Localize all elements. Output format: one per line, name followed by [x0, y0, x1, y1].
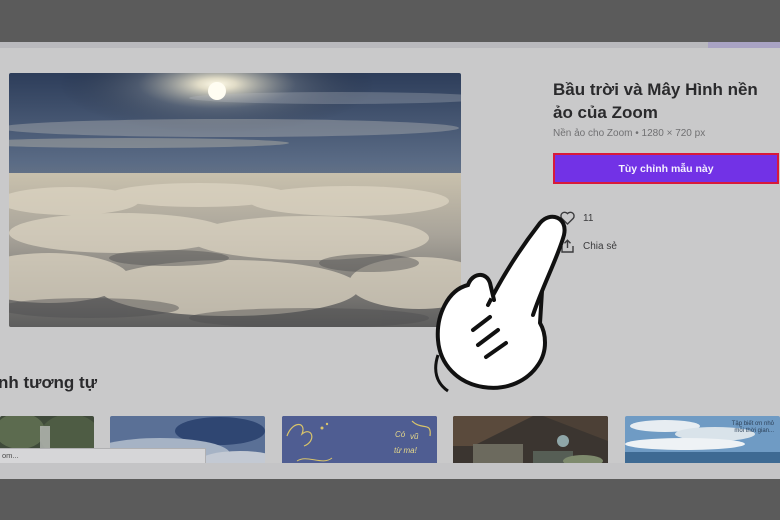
template-title: Bầu trời và Mây Hình nền ảo của Zoom	[553, 80, 758, 122]
bottom-strip	[0, 463, 780, 479]
header-strip	[0, 42, 780, 48]
like-count: 11	[583, 212, 594, 224]
bottom-frame	[0, 479, 780, 520]
share-label: Chia sẻ	[583, 240, 617, 252]
template-page: Bầu trời và Mây Hình nền ảo của Zoom Nền…	[0, 42, 780, 479]
attic-room-image	[453, 416, 608, 468]
link-status-tooltip: om...	[0, 448, 206, 463]
thumb5-caption: Tập biết ơn nhỏ mỗi thời gian...	[731, 421, 774, 434]
doodle-background-image	[282, 416, 437, 468]
header-accent	[708, 42, 780, 48]
customize-template-button[interactable]: Tùy chỉnh mẫu này	[553, 153, 779, 184]
template-subtitle: Nền ảo cho Zoom • 1280 × 720 px	[553, 128, 706, 139]
similar-thumb-3[interactable]: Có vũ từ ma!	[282, 416, 437, 468]
similar-thumb-4[interactable]	[453, 416, 608, 468]
top-frame	[0, 0, 780, 42]
thumb3-text-b: vũ	[410, 432, 419, 441]
similar-section-heading: nh tương tự	[0, 373, 98, 392]
thumb3-text-a: Có	[395, 430, 406, 439]
pointing-hand-icon	[434, 214, 567, 393]
similar-thumb-5[interactable]: Tập biết ơn nhỏ mỗi thời gian...	[625, 416, 780, 468]
sky-clouds-image	[9, 73, 461, 327]
thumb3-text-c: từ ma!	[394, 446, 417, 455]
template-preview-image[interactable]	[9, 73, 461, 327]
